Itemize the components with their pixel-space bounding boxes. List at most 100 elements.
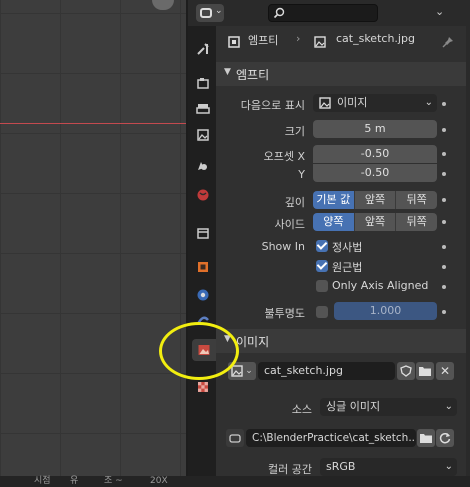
offset-x-label: 오프셋 X [263, 150, 305, 163]
keyframe-dot[interactable] [442, 245, 446, 249]
depth-option-front[interactable]: 앞쪽 [354, 191, 397, 209]
depth-label: 깊이 [284, 196, 305, 209]
colorspace-dropdown[interactable]: sRGB ⌄ [320, 458, 457, 476]
status-bar: 시점 유 조 ~ 20X [0, 476, 470, 487]
viewport-gizmo[interactable] [152, 0, 174, 10]
properties-editor-icon [200, 8, 212, 18]
only-axis-aligned-checkbox[interactable] [316, 280, 328, 292]
render-tab[interactable] [192, 72, 214, 94]
keyframe-dot[interactable] [442, 220, 446, 224]
world-tab[interactable] [192, 184, 214, 206]
orthographic-checkbox[interactable] [316, 240, 328, 252]
keyframe-dot[interactable] [442, 310, 446, 314]
keyframe-dot[interactable] [442, 265, 446, 269]
collection-box-icon [197, 228, 209, 239]
printer-icon [196, 104, 210, 114]
colorspace-label: 컬러 공간 [268, 463, 312, 476]
texture-tab[interactable] [192, 376, 214, 398]
physics-icon [197, 289, 209, 301]
collapse-arrow-icon: ▼ [224, 67, 231, 77]
x-axis-line [0, 123, 186, 124]
source-dropdown[interactable]: 싱글 이미지 ⌄ [320, 398, 457, 416]
image-panel-header[interactable]: ▼ 이미지 [216, 329, 466, 353]
properties-header: ⌄ ⌄ [188, 0, 470, 26]
filepath-field[interactable]: C:\BlenderPractice\cat_sketch.... [246, 429, 416, 447]
search-input[interactable] [268, 4, 378, 22]
perspective-label: 원근법 [332, 261, 363, 274]
properties-scrollbar[interactable] [466, 26, 470, 476]
side-option-both[interactable]: 양쪽 [313, 213, 355, 231]
empty-panel-title: 엠프티 [236, 68, 270, 82]
offset-y-label: Y [298, 168, 305, 181]
image-browse-button[interactable]: ⌄ [228, 362, 256, 380]
world-icon [197, 189, 209, 201]
source-value: 싱글 이미지 [326, 400, 381, 413]
editor-type-button[interactable]: ⌄ [196, 4, 224, 22]
breadcrumb-separator: › [296, 32, 301, 45]
offset-x-field[interactable]: -0.50 [313, 145, 437, 163]
side-label: 사이드 [274, 218, 305, 231]
size-field[interactable]: 5 m [313, 120, 437, 138]
opacity-label: 불투명도 [264, 307, 305, 320]
3d-viewport[interactable] [0, 0, 186, 476]
empty-panel-header[interactable]: ▼ 엠프티 [216, 62, 466, 86]
status-text-4: 20X [150, 476, 168, 486]
browse-file-button[interactable] [417, 429, 435, 447]
folder-icon [419, 367, 431, 376]
object-tab[interactable] [192, 256, 214, 278]
constraint-icon [196, 316, 209, 325]
depth-option-default[interactable]: 기본 값 [313, 191, 355, 209]
keyframe-dot[interactable] [442, 102, 446, 106]
properties-tabs [188, 26, 216, 476]
display-as-value: 이미지 [337, 96, 368, 109]
depth-option-back[interactable]: 뒤쪽 [396, 191, 437, 209]
image-layer-icon [197, 129, 209, 141]
opacity-slider[interactable]: 1.000 [334, 302, 437, 320]
view-layer-tab[interactable] [192, 124, 214, 146]
constraints-tab[interactable] [192, 310, 214, 332]
keyframe-dot[interactable] [442, 152, 446, 156]
size-label: 크기 [284, 125, 305, 138]
options-chevron-icon[interactable]: ⌄ [435, 5, 444, 18]
collection-tab[interactable] [192, 222, 214, 244]
close-icon: ✕ [439, 364, 451, 378]
image-icon [319, 97, 331, 109]
folder-icon [420, 434, 432, 443]
orthographic-label: 정사법 [332, 241, 363, 254]
object-icon [198, 262, 208, 272]
keyframe-dot[interactable] [442, 172, 446, 176]
chevron-down-icon: ⌄ [444, 401, 453, 412]
use-opacity-checkbox[interactable] [316, 306, 328, 318]
physics-tab[interactable] [192, 284, 214, 306]
keyframe-dot[interactable] [442, 198, 446, 202]
side-option-back[interactable]: 뒤쪽 [396, 213, 437, 231]
perspective-checkbox[interactable] [316, 260, 328, 272]
tool-tab[interactable] [192, 38, 214, 60]
open-image-button[interactable] [416, 362, 434, 380]
keyframe-dot[interactable] [442, 285, 446, 289]
shield-icon [400, 365, 412, 377]
depth-segmented-control: 기본 값 앞쪽 뒤쪽 [313, 191, 437, 209]
show-in-label: Show In [261, 240, 305, 253]
keyframe-dot[interactable] [442, 128, 446, 132]
side-option-front[interactable]: 앞쪽 [354, 213, 397, 231]
image-name-field[interactable]: cat_sketch.jpg [258, 362, 395, 380]
source-label: 소스 [291, 403, 312, 416]
reload-icon [439, 432, 451, 444]
unlink-image-button[interactable]: ✕ [436, 362, 454, 380]
fake-user-button[interactable] [397, 362, 415, 380]
offset-y-field[interactable]: -0.50 [313, 164, 437, 182]
status-text-2: 유 [70, 476, 79, 486]
display-as-label: 다음으로 표시 [240, 99, 305, 112]
side-segmented-control: 양쪽 앞쪽 뒤쪽 [313, 213, 437, 231]
search-icon [273, 7, 285, 19]
data-tab[interactable] [192, 339, 216, 361]
colorspace-value: sRGB [326, 460, 356, 473]
output-tab[interactable] [192, 98, 214, 120]
scene-tab[interactable] [192, 154, 214, 176]
display-as-dropdown[interactable]: 이미지 ⌄ [313, 94, 437, 112]
pin-icon[interactable] [442, 36, 454, 48]
pack-file-button[interactable] [226, 429, 244, 447]
reload-image-button[interactable] [436, 429, 454, 447]
chevron-down-icon: ⌄ [424, 97, 433, 108]
